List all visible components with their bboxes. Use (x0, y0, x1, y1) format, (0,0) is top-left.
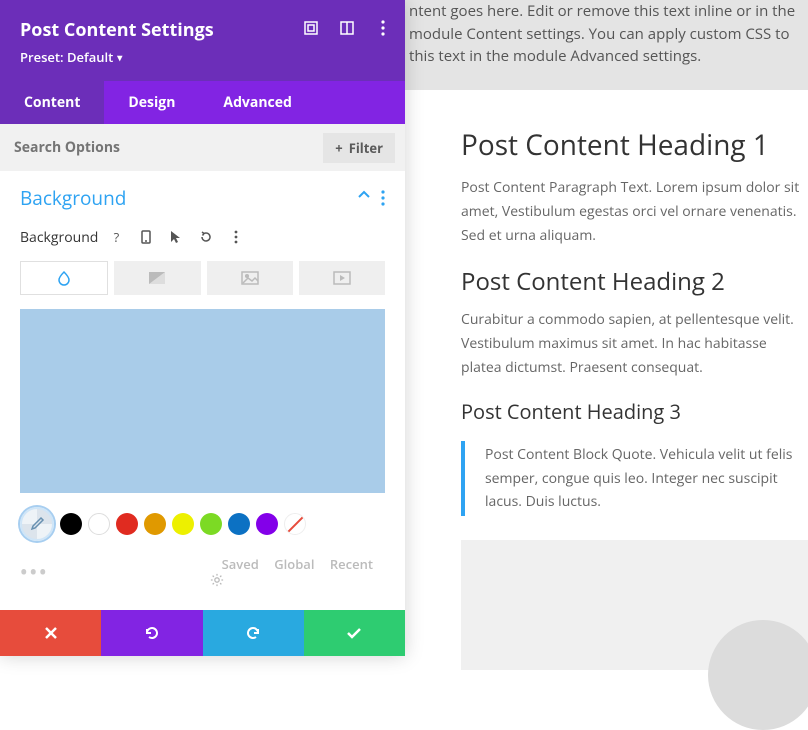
color-swatch-blue[interactable] (228, 513, 250, 535)
color-swatch-yellow[interactable] (172, 513, 194, 535)
post-heading-3: Post Content Heading 3 (461, 398, 808, 425)
help-icon[interactable]: ? (104, 225, 128, 249)
page-preview: ntent goes here. Edit or remove this tex… (405, 0, 808, 656)
filter-label: Filter (349, 139, 383, 157)
color-swatch-none[interactable] (284, 513, 306, 535)
page-top-module[interactable]: ntent goes here. Edit or remove this tex… (405, 0, 808, 90)
tab-advanced[interactable]: Advanced (199, 81, 315, 124)
top-module-text: ntent goes here. Edit or remove this tex… (405, 0, 808, 68)
undo-button[interactable] (101, 610, 202, 656)
save-button[interactable] (304, 610, 405, 656)
color-swatch-black[interactable] (60, 513, 82, 535)
tab-design[interactable]: Design (104, 81, 199, 124)
search-input[interactable] (10, 132, 210, 163)
post-heading-2: Post Content Heading 2 (461, 265, 808, 298)
bg-type-tabs (20, 261, 385, 295)
bg-tab-video[interactable] (299, 261, 385, 295)
preset-selector[interactable]: Preset: Default ▾ (20, 48, 122, 66)
field-kebab-icon[interactable] (224, 225, 248, 249)
bg-tab-color[interactable] (20, 261, 108, 295)
columns-icon[interactable] (337, 18, 357, 38)
color-palette (20, 507, 385, 541)
tab-content[interactable]: Content (0, 81, 104, 124)
global-tab[interactable]: Global (274, 555, 314, 573)
color-swatch-orange[interactable] (144, 513, 166, 535)
settings-panel: Post Content Settings Preset: Default ▾ … (0, 0, 405, 656)
field-label: Background (20, 228, 98, 247)
hover-icon[interactable] (164, 225, 188, 249)
placeholder-circle (708, 620, 808, 730)
recent-tab[interactable]: Recent (330, 555, 373, 573)
post-blockquote: Post Content Block Quote. Vehicula velit… (461, 441, 808, 516)
gear-icon[interactable] (210, 573, 385, 587)
panel-header: Post Content Settings Preset: Default ▾ (0, 0, 405, 81)
collapse-icon[interactable] (357, 190, 371, 206)
bg-tab-gradient[interactable] (114, 261, 200, 295)
kebab-menu-icon[interactable] (373, 18, 393, 38)
post-paragraph-2: Curabitur a commodo sapien, at pellentes… (461, 308, 808, 379)
search-row: + Filter (0, 124, 405, 171)
filter-button[interactable]: + Filter (323, 133, 395, 163)
color-swatch-red[interactable] (116, 513, 138, 535)
color-swatch-purple[interactable] (256, 513, 278, 535)
cancel-button[interactable] (0, 610, 101, 656)
saved-tab[interactable]: Saved (222, 555, 259, 573)
image-placeholder (461, 540, 808, 670)
reset-icon[interactable] (194, 225, 218, 249)
background-section: Background Background ? (0, 171, 405, 610)
caret-down-icon: ▾ (117, 50, 122, 64)
action-bar (0, 610, 405, 656)
post-paragraph-1: Post Content Paragraph Text. Lorem ipsum… (461, 176, 808, 247)
tab-bar: Content Design Advanced (0, 81, 405, 124)
color-preview[interactable] (20, 309, 385, 493)
bg-tab-image[interactable] (207, 261, 293, 295)
expand-icon[interactable] (301, 18, 321, 38)
color-swatch-white[interactable] (88, 513, 110, 535)
device-icon[interactable] (134, 225, 158, 249)
section-kebab-icon[interactable] (381, 190, 385, 206)
redo-button[interactable] (203, 610, 304, 656)
preset-label: Preset: Default (20, 48, 113, 66)
eyedropper-button[interactable] (20, 507, 54, 541)
plus-icon: + (335, 139, 342, 157)
more-dots-icon[interactable]: ••• (20, 558, 49, 585)
post-heading-1: Post Content Heading 1 (461, 126, 808, 164)
section-title[interactable]: Background (20, 185, 126, 211)
color-swatch-green[interactable] (200, 513, 222, 535)
